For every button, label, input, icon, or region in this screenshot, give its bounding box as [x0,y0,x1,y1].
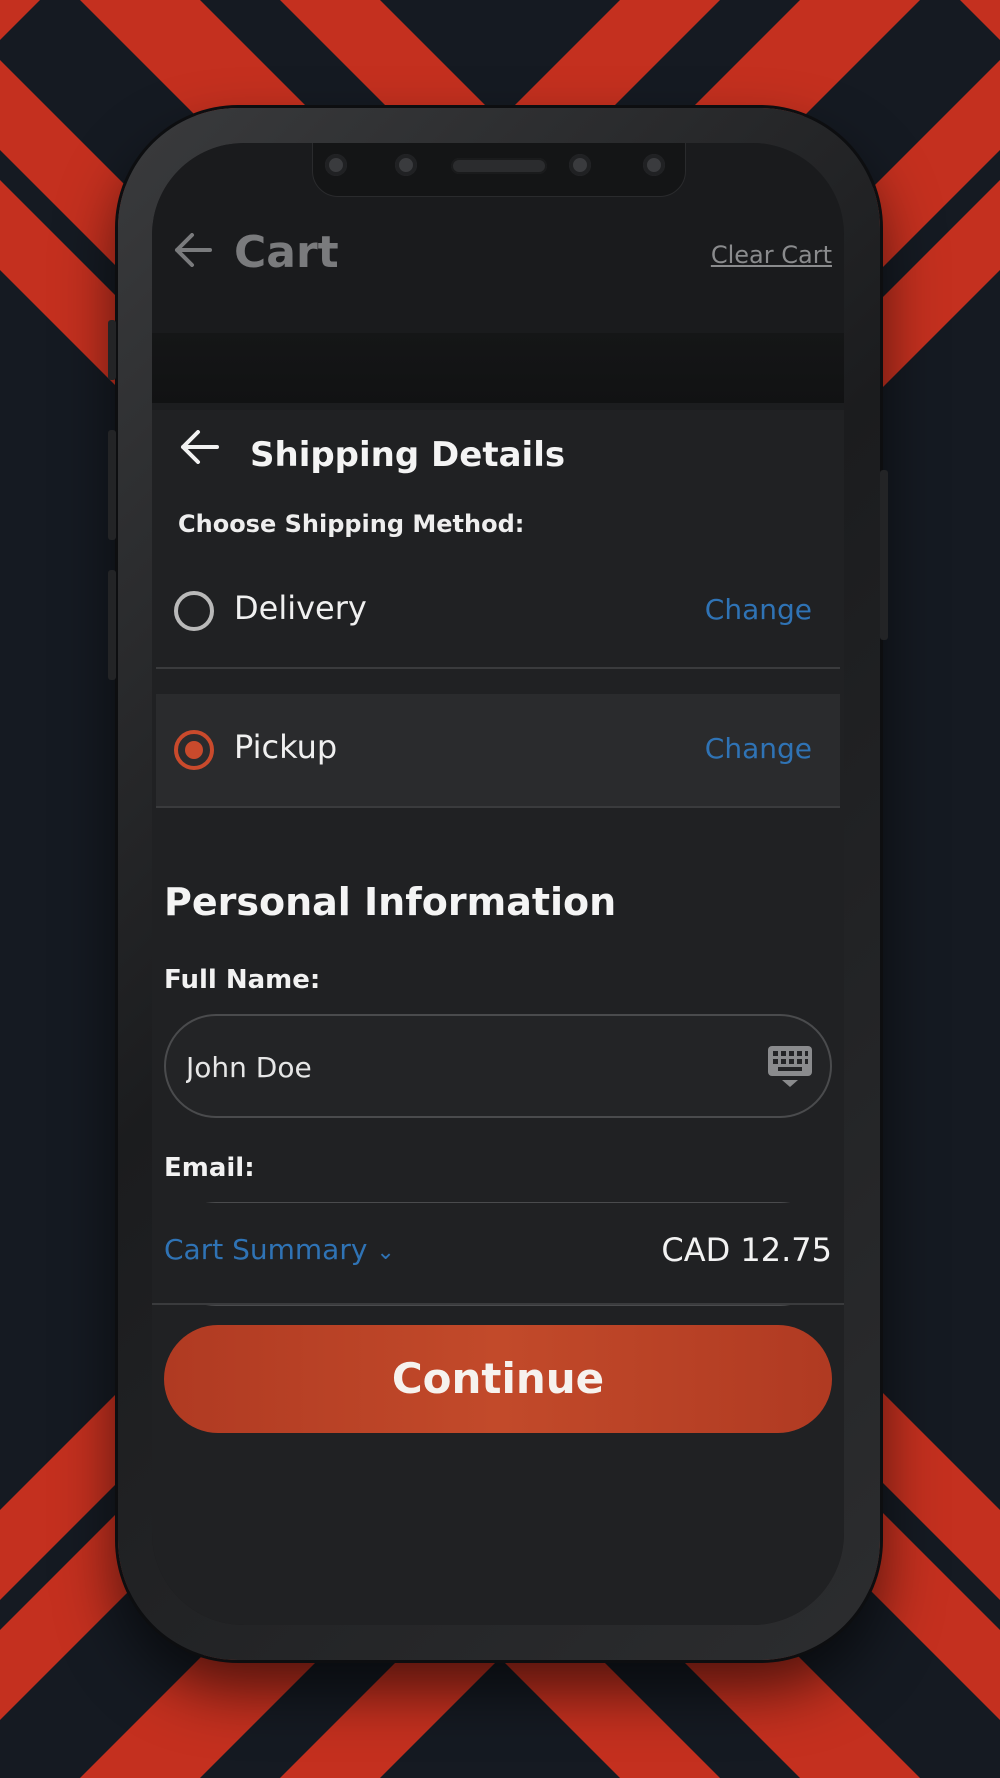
pickup-label: Pickup [234,728,338,766]
arrow-left-icon[interactable] [180,430,220,464]
continue-button[interactable]: Continue [164,1325,832,1433]
phone-power-button [880,470,888,640]
phone-volume-down-button [108,570,116,680]
cart-summary-toggle[interactable]: Cart Summary ⌄ [164,1233,395,1266]
personal-info-heading: Personal Information [164,880,617,924]
delivery-radio[interactable] [174,591,214,631]
sheet-title: Shipping Details [250,435,566,475]
shipping-details-sheet: Shipping Details Choose Shipping Method:… [152,410,844,1625]
front-camera [395,154,417,176]
shipping-option-delivery[interactable]: Delivery Change [156,555,840,669]
phone-volume-up-button [108,430,116,540]
full-name-input[interactable] [184,1016,748,1118]
full-name-field[interactable] [164,1014,832,1118]
cart-total: CAD 12.75 [661,1231,832,1269]
phone-notch [312,143,686,197]
email-label: Email: [164,1153,255,1183]
sensor-dot [569,154,591,176]
clear-cart-link[interactable]: Clear Cart [711,241,832,269]
arrow-left-icon[interactable] [174,233,212,267]
earpiece-speaker [451,158,547,174]
sensor-dot [643,154,665,176]
page-title: Cart [234,227,339,278]
cart-summary-bar: Cart Summary ⌄ CAD 12.75 [152,1203,844,1305]
pickup-radio[interactable] [174,730,214,770]
pickup-change-link[interactable]: Change [705,732,812,765]
delivery-change-link[interactable]: Change [705,593,812,626]
full-name-label: Full Name: [164,965,321,995]
cart-summary-label: Cart Summary [164,1233,368,1266]
sensor-dot [325,154,347,176]
delivery-label: Delivery [234,589,367,627]
shipping-option-pickup[interactable]: Pickup Change [156,694,840,808]
phone-screen: Cart Clear Cart Shipping Details Choose … [152,143,844,1625]
keyboard-icon[interactable] [768,1046,812,1088]
phone-mute-switch [108,320,116,380]
header-shadow-strip [152,333,844,403]
shipping-method-heading: Choose Shipping Method: [178,510,525,538]
chevron-down-icon: ⌄ [376,1240,395,1265]
